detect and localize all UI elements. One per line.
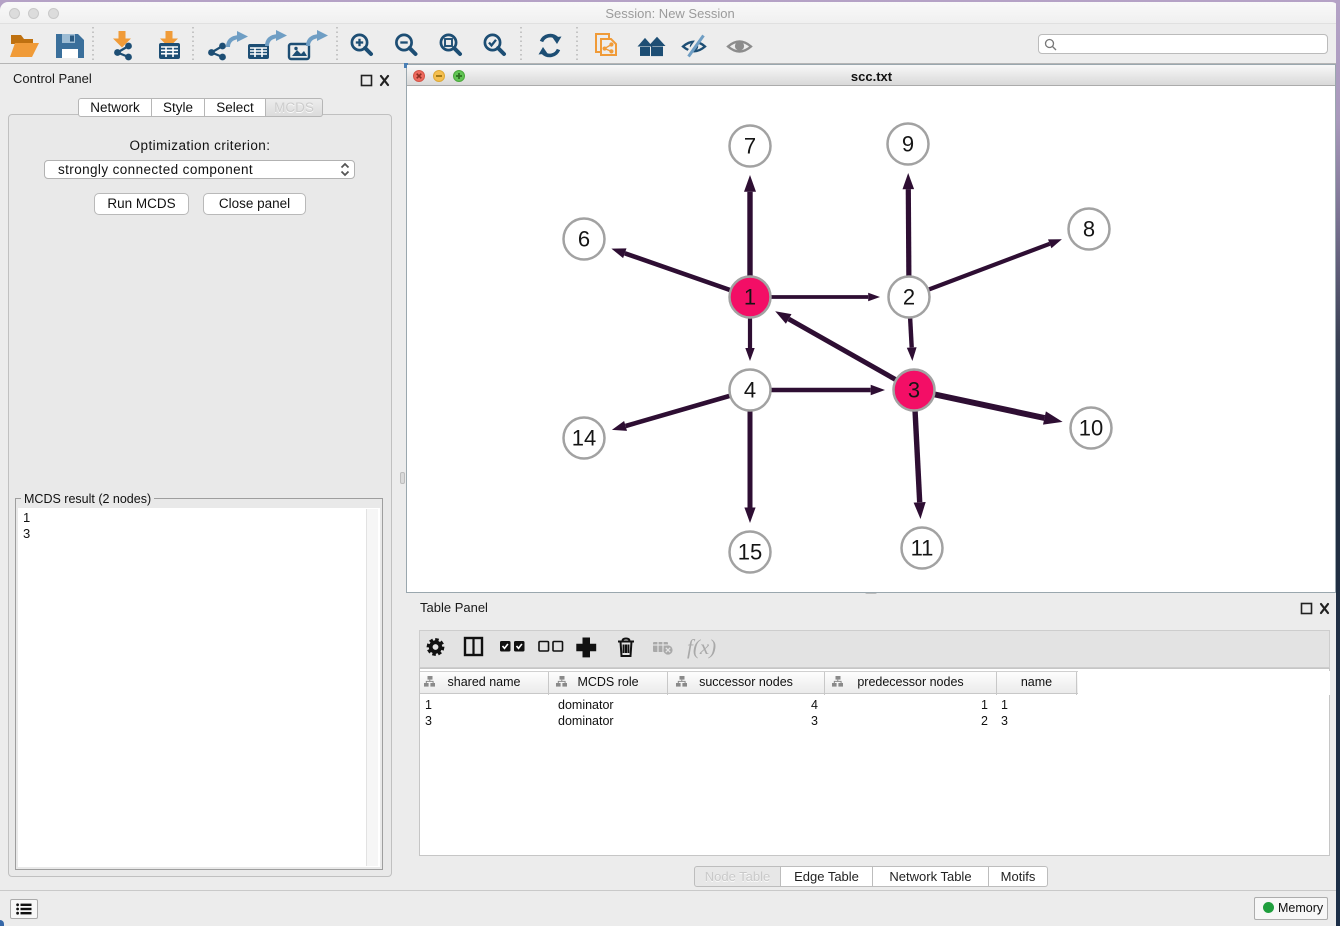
svg-text:3: 3 (908, 378, 920, 403)
svg-text:10: 10 (1079, 416, 1103, 441)
svg-text:6: 6 (578, 227, 590, 252)
svg-text:2: 2 (903, 285, 915, 310)
svg-text:4: 4 (744, 378, 756, 403)
svg-text:14: 14 (572, 426, 596, 451)
svg-text:11: 11 (911, 536, 934, 561)
svg-text:8: 8 (1083, 217, 1095, 242)
svg-text:f(x): f(x) (687, 635, 716, 659)
svg-text:15: 15 (738, 540, 762, 565)
svg-text:1: 1 (744, 285, 756, 310)
svg-text:7: 7 (744, 134, 756, 159)
svg-text:9: 9 (902, 132, 914, 157)
